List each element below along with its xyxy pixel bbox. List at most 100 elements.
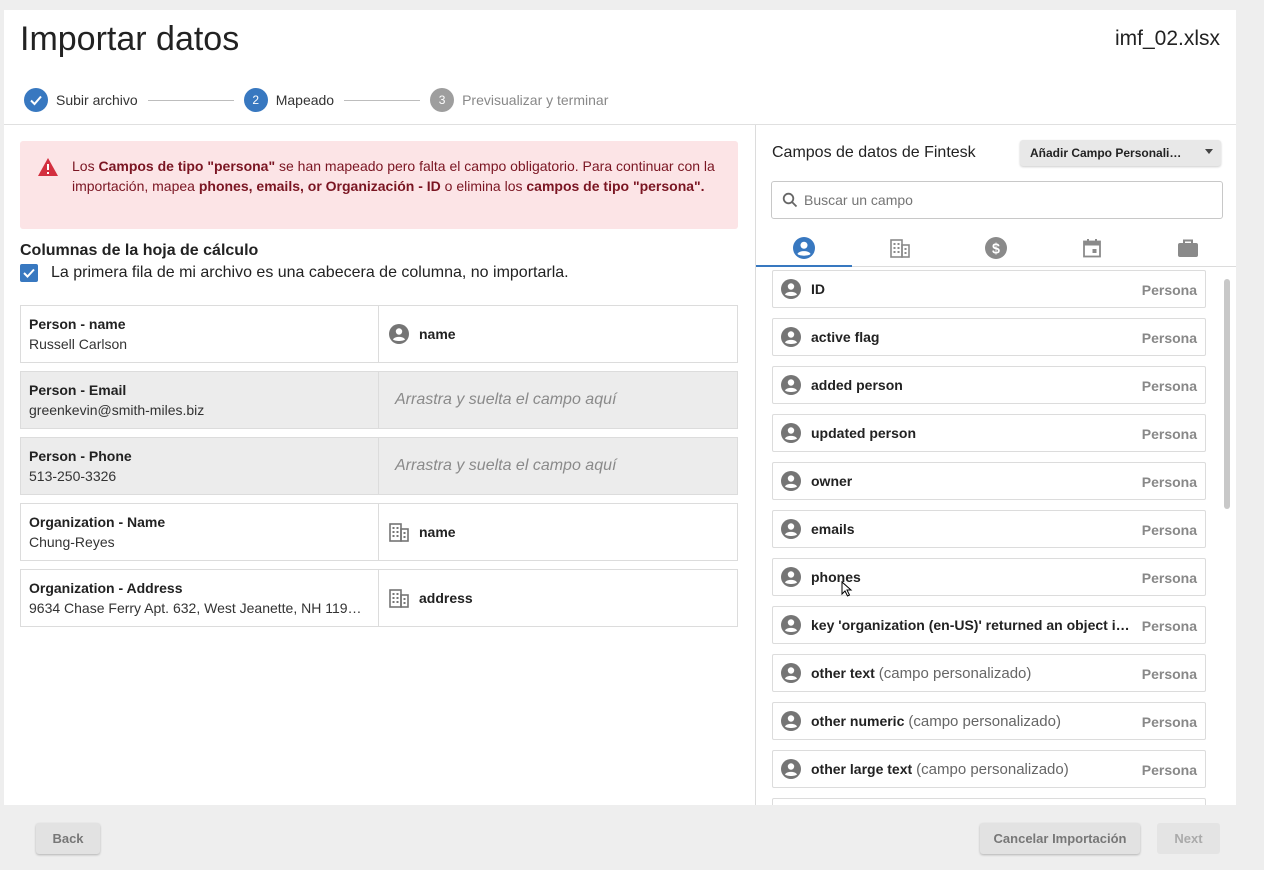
person-icon <box>781 327 801 347</box>
tab-activity[interactable] <box>1044 229 1140 266</box>
import-dialog: Importar datos imf_02.xlsx Subir archivo… <box>4 10 1236 805</box>
field-item[interactable]: owner Persona <box>772 462 1206 500</box>
person-icon <box>781 423 801 443</box>
step-connector <box>147 99 234 101</box>
header-row-option[interactable]: La primera fila de mi archivo es una cab… <box>20 264 569 282</box>
field-drop-zone[interactable]: Arrastra y suelta el campo aquí <box>379 438 737 494</box>
tab-product[interactable] <box>1140 229 1236 266</box>
source-column: Organization - Name Chung-Reyes <box>21 504 379 560</box>
field-name: other text <box>811 665 875 681</box>
field-item-partial[interactable] <box>772 798 1206 805</box>
step-mapping-label: Mapeado <box>275 92 335 108</box>
mapped-field[interactable]: address <box>379 570 737 626</box>
step-connector <box>344 99 421 101</box>
field-type: Persona <box>1141 378 1197 394</box>
person-icon <box>781 615 801 635</box>
back-button[interactable]: Back <box>36 823 100 854</box>
field-drop-zone[interactable]: Arrastra y suelta el campo aquí <box>379 372 737 428</box>
source-column: Person - name Russell Carlson <box>21 306 379 362</box>
field-type: Persona <box>1141 282 1197 298</box>
step-number: 2 <box>243 88 268 112</box>
fields-panel: Campos de datos de Fintesk Añadir Campo … <box>755 125 1236 805</box>
briefcase-icon <box>1178 239 1198 257</box>
calendar-icon <box>1083 238 1101 257</box>
page-title: Importar datos <box>20 20 240 58</box>
header-row-label: La primera fila de mi archivo es una cab… <box>51 264 569 281</box>
person-icon <box>781 711 801 731</box>
field-list-scrollbar[interactable] <box>1223 273 1232 805</box>
field-name: other large text <box>811 761 913 777</box>
dialog-footer: Back Cancelar Importación Next <box>0 805 1264 870</box>
search-input[interactable] <box>804 192 1204 208</box>
source-column: Person - Phone 513-250-3326 <box>21 438 379 494</box>
dollar-icon: $ <box>985 236 1007 259</box>
field-item[interactable]: other large text (campo personalizado) P… <box>772 750 1206 788</box>
field-type: Persona <box>1141 618 1197 634</box>
field-item[interactable]: emails Persona <box>772 510 1206 548</box>
person-icon <box>781 759 801 779</box>
file-name: imf_02.xlsx <box>1114 27 1220 50</box>
mapped-field-label: name <box>419 326 456 342</box>
building-icon <box>389 523 409 542</box>
field-item[interactable]: ID Persona <box>772 270 1206 308</box>
columns-heading: Columnas de la hoja de cálculo <box>20 242 259 259</box>
add-custom-field-button[interactable]: Añadir Campo Personali… <box>1020 140 1221 166</box>
source-column-name: Person - Phone <box>29 448 132 464</box>
mapping-row: Person - name Russell Carlson name <box>20 305 738 363</box>
mapped-field[interactable]: name <box>379 306 737 362</box>
mapped-field[interactable]: name <box>379 504 737 560</box>
tab-person[interactable] <box>756 229 852 267</box>
field-name: phones <box>811 569 861 585</box>
person-icon <box>781 663 801 683</box>
field-name: emails <box>811 521 855 537</box>
field-item[interactable]: added person Persona <box>772 366 1206 404</box>
search-icon <box>782 192 798 208</box>
svg-text:$: $ <box>992 241 1000 257</box>
field-item[interactable]: active flag Persona <box>772 318 1206 356</box>
field-search[interactable] <box>771 181 1223 219</box>
field-type: Persona <box>1141 522 1197 538</box>
building-icon <box>890 238 910 258</box>
field-item[interactable]: key 'organization (en-US)' returned an o… <box>772 606 1206 644</box>
custom-field-suffix: (campo personalizado) <box>878 664 1032 682</box>
check-circle-icon <box>24 88 48 112</box>
field-name: key 'organization (en-US)' returned an o… <box>811 617 1130 633</box>
mouse-cursor-icon <box>841 581 853 597</box>
mapping-row: Organization - Address 9634 Chase Ferry … <box>20 569 738 627</box>
field-name: owner <box>811 473 853 489</box>
field-category-tabs: $ <box>756 229 1236 267</box>
person-icon <box>781 519 801 539</box>
tab-deal[interactable]: $ <box>948 229 1044 266</box>
cancel-import-button[interactable]: Cancelar Importación <box>980 823 1140 854</box>
field-item[interactable]: phones Persona <box>772 558 1206 596</box>
field-type: Persona <box>1141 570 1197 586</box>
mapping-row: Organization - Name Chung-Reyes name <box>20 503 738 561</box>
next-button[interactable]: Next <box>1157 823 1220 854</box>
tab-organization[interactable] <box>852 229 948 266</box>
custom-field-suffix: (campo personalizado) <box>908 712 1061 730</box>
person-icon <box>781 375 801 395</box>
mapping-row: Person - Email greenkevin@smith-miles.bi… <box>20 371 738 429</box>
field-item[interactable]: other numeric (campo personalizado) Pers… <box>772 702 1206 740</box>
field-item[interactable]: other text (campo personalizado) Persona <box>772 654 1206 692</box>
field-type: Persona <box>1141 714 1197 730</box>
source-column-name: Organization - Name <box>29 514 166 530</box>
field-type: Persona <box>1141 474 1197 490</box>
field-list: ID Persona active flag Persona added per… <box>772 270 1206 805</box>
source-sample-value: greenkevin@smith-miles.biz <box>29 402 205 418</box>
stepper: Subir archivo 2 Mapeado 3 Previsualizar … <box>24 88 608 112</box>
header-row-checkbox[interactable] <box>20 264 38 282</box>
field-item[interactable]: updated person Persona <box>772 414 1206 452</box>
mapped-field-label: name <box>419 524 456 540</box>
fields-panel-title: Campos de datos de Fintesk <box>772 144 976 161</box>
building-icon <box>389 589 409 608</box>
scrollbar-thumb[interactable] <box>1224 279 1230 509</box>
add-custom-field-label: Añadir Campo Personali… <box>1030 146 1182 160</box>
step-preview-label: Previsualizar y terminar <box>462 92 609 108</box>
source-column: Person - Email greenkevin@smith-miles.bi… <box>21 372 379 428</box>
person-icon <box>781 471 801 491</box>
field-type: Persona <box>1141 762 1197 778</box>
source-column-name: Person - name <box>29 316 126 332</box>
source-sample-value: 513-250-3326 <box>29 468 117 484</box>
caret-down-icon <box>1205 149 1213 154</box>
